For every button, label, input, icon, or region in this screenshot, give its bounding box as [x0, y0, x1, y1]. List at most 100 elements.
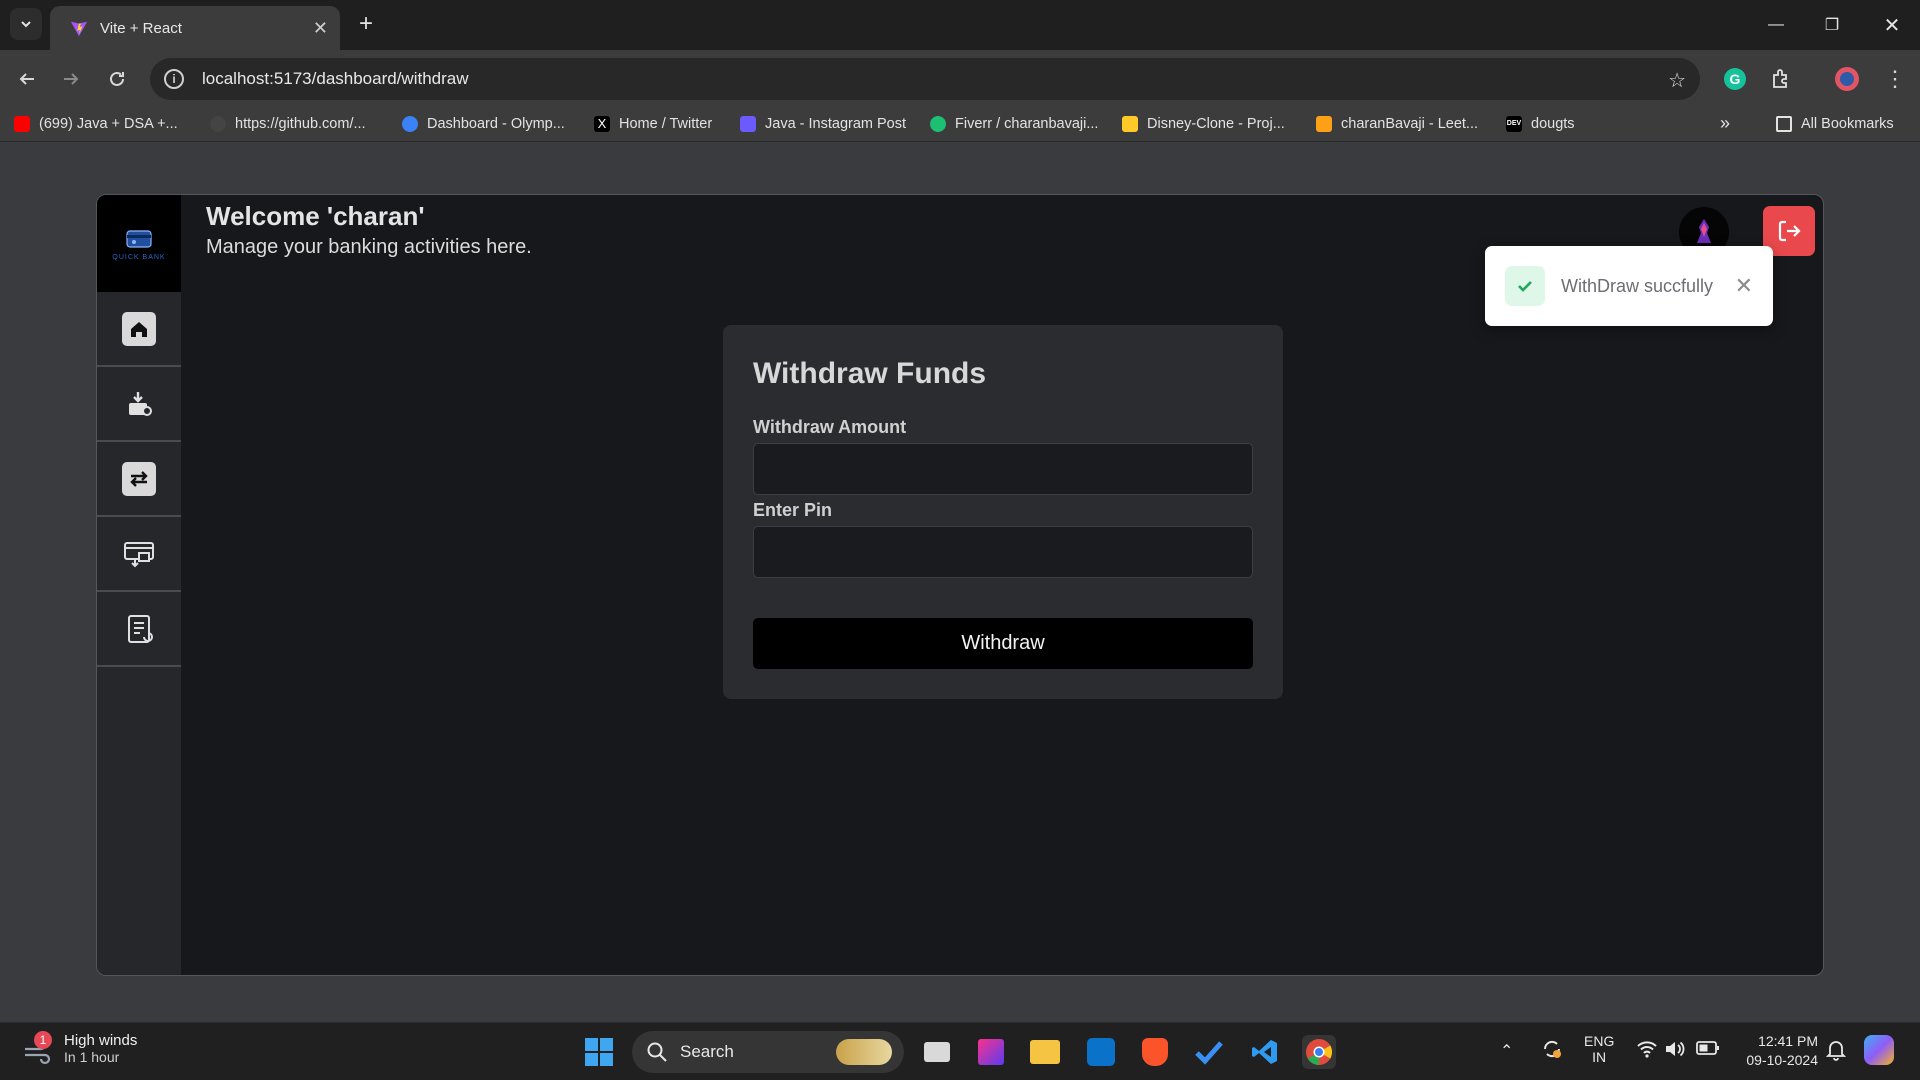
back-button[interactable] [12, 64, 42, 94]
bank-card-logo-icon [126, 229, 152, 248]
bookmark-item[interactable]: DEV dougts [1506, 116, 1575, 132]
copilot-icon[interactable] [1864, 1035, 1894, 1065]
reload-icon [110, 71, 124, 86]
site-info-icon[interactable]: i [164, 69, 184, 89]
toast-message: WithDraw succfully [1561, 275, 1714, 296]
weather-widget[interactable]: 1 High winds In 1 hour [20, 1031, 137, 1065]
search-icon [647, 1042, 667, 1062]
vscode-icon[interactable] [1248, 1035, 1282, 1069]
wifi-icon[interactable] [1636, 1039, 1658, 1062]
bookmark-item[interactable]: Java - Instagram Post [740, 116, 906, 132]
taskbar: 1 High winds In 1 hour Search ⌃ ENG IN 1… [0, 1022, 1920, 1080]
more-bookmarks-icon[interactable]: » [1720, 113, 1730, 134]
bookmark-item[interactable]: charanBavaji - Leet... [1316, 116, 1478, 132]
new-tab-button[interactable]: + [352, 10, 380, 38]
welcome-heading: Welcome 'charan' [206, 201, 425, 231]
windows-logo-icon [585, 1038, 613, 1066]
transfer-icon [122, 461, 156, 496]
olympus-icon [402, 116, 418, 132]
file-explorer-icon[interactable] [1028, 1035, 1062, 1069]
browser-tab-active[interactable]: Vite + React ✕ [50, 6, 340, 50]
heart-icon [740, 116, 756, 132]
battery-icon[interactable] [1696, 1040, 1720, 1059]
bookmark-item[interactable]: Fiverr / charanbavaji... [930, 116, 1098, 132]
url-text[interactable]: localhost:5173/dashboard/withdraw [202, 69, 469, 89]
chevron-up-icon[interactable]: ⌃ [1500, 1041, 1513, 1061]
restore-button[interactable]: ❐ [1804, 0, 1860, 50]
todo-icon[interactable] [1192, 1035, 1226, 1069]
clock[interactable]: 12:41 PM 09-10-2024 [1738, 1033, 1818, 1068]
bookmarks-bar: (699) Java + DSA +... https://github.com… [0, 108, 1920, 142]
tab-search-button[interactable] [10, 8, 42, 40]
tab-bar: Vite + React ✕ + — ❐ ✕ [0, 0, 1920, 50]
extensions-button[interactable] [1766, 64, 1796, 94]
withdraw-form-card: Withdraw Funds Withdraw Amount Enter Pin… [723, 325, 1283, 699]
close-icon[interactable]: ✕ [1735, 273, 1753, 299]
profile-button[interactable] [1832, 64, 1862, 94]
home-icon [122, 311, 156, 346]
clock-date: 09-10-2024 [1746, 1052, 1818, 1068]
taskbar-search[interactable]: Search [632, 1031, 904, 1073]
form-title: Withdraw Funds [753, 357, 987, 390]
task-view-icon[interactable] [920, 1035, 954, 1069]
sync-icon[interactable] [1540, 1037, 1564, 1064]
all-bookmarks-button[interactable]: All Bookmarks [1776, 116, 1894, 132]
pin-input[interactable] [753, 526, 1253, 578]
quick-bank-logo[interactable]: QUICK BANK [97, 195, 181, 292]
bookmark-item[interactable]: (699) Java + DSA +... [14, 116, 178, 132]
x-icon: X [594, 116, 610, 132]
amount-label: Withdraw Amount [753, 417, 907, 437]
sidebar-item-transfer[interactable] [97, 442, 181, 517]
logout-icon [1778, 220, 1801, 242]
transactions-icon [122, 612, 156, 646]
bookmark-item[interactable]: Disney-Clone - Proj... [1122, 116, 1285, 132]
youtube-icon [14, 116, 30, 132]
forward-button[interactable] [56, 64, 86, 94]
svg-text:G: G [1730, 71, 1741, 87]
menu-kebab-icon[interactable]: ⋮ [1880, 64, 1910, 94]
logo-text: QUICK BANK [112, 253, 166, 261]
bell-icon[interactable] [1825, 1039, 1847, 1064]
outlook-icon[interactable] [1084, 1035, 1118, 1069]
sidebar-item-withdraw[interactable] [97, 517, 181, 592]
address-bar[interactable]: i localhost:5173/dashboard/withdraw ☆ [150, 58, 1700, 100]
leetcode-icon [1316, 116, 1332, 132]
volume-icon[interactable] [1664, 1039, 1686, 1062]
minimize-button[interactable]: — [1748, 0, 1804, 50]
language-indicator[interactable]: ENG IN [1584, 1033, 1614, 1065]
bookmark-item[interactable]: https://github.com/... [210, 116, 366, 132]
sidebar-item-deposit[interactable] [97, 367, 181, 442]
sidebar: QUICK BANK [97, 195, 181, 975]
close-tab-icon[interactable]: ✕ [313, 18, 328, 39]
weather-subtitle: In 1 hour [64, 1048, 120, 1065]
checkmark-icon [1505, 266, 1545, 306]
chrome-icon[interactable] [1302, 1035, 1336, 1069]
close-window-button[interactable]: ✕ [1864, 0, 1920, 50]
bookmark-item[interactable]: X Home / Twitter [594, 116, 712, 132]
brave-icon[interactable] [1138, 1035, 1172, 1069]
sidebar-item-home[interactable] [97, 292, 181, 367]
bookmark-star-icon[interactable]: ☆ [1668, 68, 1686, 93]
withdraw-button[interactable]: Withdraw [753, 618, 1253, 669]
puzzle-icon [1773, 69, 1787, 88]
weather-badge: 1 [34, 1031, 52, 1049]
arrow-left-icon [19, 73, 34, 85]
bookmark-item[interactable]: Dashboard - Olymp... [402, 116, 565, 132]
deposit-icon [122, 387, 156, 421]
search-highlight-image [836, 1039, 892, 1065]
dev-icon: DEV [1506, 116, 1522, 132]
weather-title: High winds [64, 1031, 138, 1049]
withdraw-amount-input[interactable] [753, 443, 1253, 495]
fiverr-icon [930, 116, 946, 132]
windows-start-button[interactable] [582, 1035, 616, 1069]
atm-withdraw-icon [122, 537, 156, 571]
arrow-right-icon [64, 73, 79, 85]
intellij-icon[interactable] [974, 1035, 1008, 1069]
sidebar-item-transactions[interactable] [97, 592, 181, 667]
chevron-down-icon [21, 21, 31, 28]
grammarly-extension[interactable]: G [1720, 64, 1750, 94]
firebase-icon [1122, 116, 1138, 132]
reload-button[interactable] [102, 64, 132, 94]
navigation-bar: i localhost:5173/dashboard/withdraw ☆ G … [0, 50, 1920, 108]
grammarly-icon: G [1724, 68, 1746, 90]
